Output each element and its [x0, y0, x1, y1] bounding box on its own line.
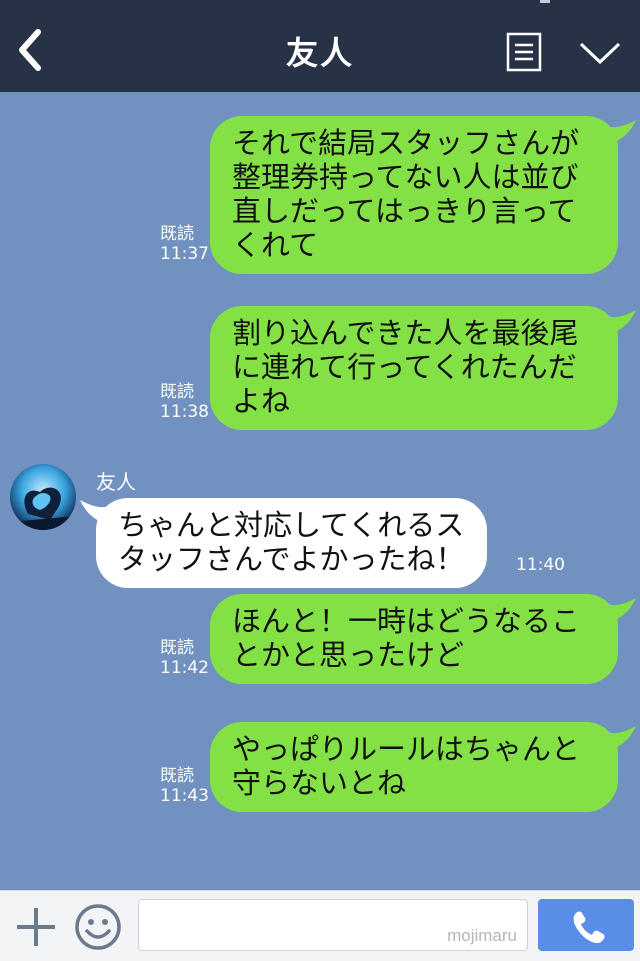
message-input[interactable]: mojimaru	[138, 899, 528, 951]
message-line: やっぱりルールはちゃんと	[232, 732, 581, 766]
smiley-icon	[75, 904, 121, 950]
bubble-tail	[80, 500, 110, 524]
message-meta: 11:40	[516, 555, 565, 575]
message-line: それで結局スタッフさんが	[232, 126, 580, 160]
incoming-message-bubble[interactable]: ちゃんと対応してくれるス タッフさんでよかったね！	[80, 498, 487, 588]
plus-icon	[17, 908, 55, 946]
message-line: ほんと！一時はどうなるこ	[232, 604, 581, 638]
phone-icon	[573, 911, 605, 944]
bubble-tail	[606, 120, 636, 144]
message-meta: 既読 11:43	[160, 766, 209, 806]
input-bar: mojimaru	[0, 890, 640, 961]
message-meta: 既読 11:42	[160, 638, 209, 678]
message-line: 直しだってはっきり言って	[232, 194, 577, 228]
notes-icon	[506, 32, 542, 72]
read-receipt: 既読	[160, 766, 194, 786]
notes-button[interactable]	[506, 32, 542, 72]
chevron-down-icon	[579, 42, 621, 65]
read-receipt: 既読	[160, 638, 194, 658]
message-line: くれて	[232, 228, 319, 262]
message-time: 11:43	[160, 786, 209, 806]
message-line: 整理券持ってない人は並び	[232, 160, 579, 194]
avatar-image	[10, 464, 76, 530]
bubble-tail	[606, 726, 636, 750]
outgoing-message-bubble[interactable]: やっぱりルールはちゃんと 守らないとね	[210, 722, 636, 812]
chat-header: 友人	[0, 0, 640, 92]
outgoing-message-bubble[interactable]: それで結局スタッフさんが 整理券持ってない人は並び 直しだってはっきり言って く…	[210, 116, 636, 274]
watermark-text: mojimaru	[447, 926, 517, 945]
message-line: 割り込んできた人を最後尾	[232, 316, 579, 350]
outgoing-message-bubble[interactable]: ほんと！一時はどうなるこ とかと思ったけど	[210, 594, 636, 684]
emoji-button[interactable]	[74, 903, 122, 951]
message-time: 11:38	[160, 402, 209, 422]
expand-button[interactable]	[578, 38, 622, 68]
message-line: よね	[232, 384, 291, 418]
outgoing-message-bubble[interactable]: 割り込んできた人を最後尾 に連れて行ってくれたんだ よね	[210, 306, 636, 430]
message-meta: 既読 11:37	[160, 224, 209, 264]
message-line: ちゃんと対応してくれるス	[118, 508, 465, 542]
sender-name: 友人	[96, 470, 136, 494]
bubble-tail	[606, 598, 636, 622]
avatar[interactable]	[10, 464, 76, 530]
message-time: 11:42	[160, 658, 209, 678]
read-receipt: 既読	[160, 224, 194, 244]
message-line: 守らないとね	[232, 766, 407, 800]
message-time: 11:37	[160, 244, 209, 264]
message-meta: 既読 11:38	[160, 382, 209, 422]
message-time: 11:40	[516, 555, 565, 575]
message-line: に連れて行ってくれたんだ	[232, 350, 577, 384]
bubble-tail	[606, 310, 636, 334]
status-bar-mark	[540, 0, 550, 3]
message-line: とかと思ったけど	[232, 638, 465, 672]
call-button[interactable]	[538, 899, 634, 951]
message-line: タッフさんでよかったね！	[118, 542, 465, 576]
add-button[interactable]	[14, 905, 58, 949]
chat-title: 友人	[285, 34, 354, 72]
read-receipt: 既読	[160, 382, 194, 402]
